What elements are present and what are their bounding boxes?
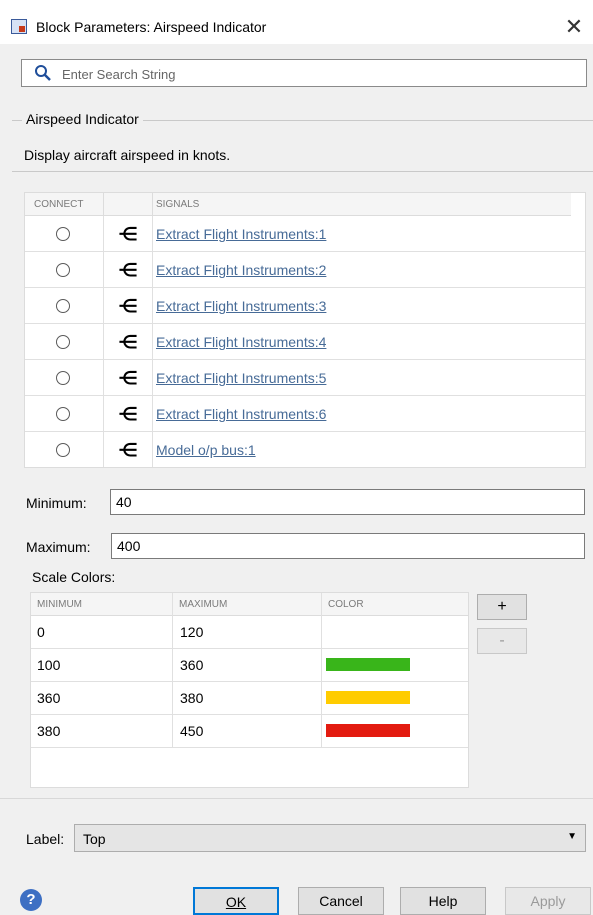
block-icon xyxy=(11,19,27,34)
signal-row: ⋲ Extract Flight Instruments:6 xyxy=(25,396,585,432)
signal-row: ⋲ Extract Flight Instruments:5 xyxy=(25,360,585,396)
minimum-label: Minimum: xyxy=(26,495,87,511)
signals-table-header: CONNECT SIGNALS xyxy=(25,193,571,216)
signal-link[interactable]: Extract Flight Instruments:4 xyxy=(156,334,326,350)
color-swatch-red[interactable] xyxy=(326,724,410,737)
bus-port-icon: ⋲ xyxy=(119,224,137,244)
color-swatch-yellow[interactable] xyxy=(326,691,410,704)
color-swatch-green[interactable] xyxy=(326,658,410,671)
scale-maximum-cell[interactable]: 120 xyxy=(180,624,203,640)
bus-port-icon: ⋲ xyxy=(119,368,137,388)
window-title: Block Parameters: Airspeed Indicator xyxy=(36,19,267,35)
color-header: COLOR xyxy=(328,599,364,610)
scale-maximum-cell[interactable]: 360 xyxy=(180,657,203,673)
bus-port-icon: ⋲ xyxy=(119,296,137,316)
scale-colors-table: MINIMUM MAXIMUM COLOR 0 120 100 360 360 … xyxy=(30,592,469,788)
label-position-select[interactable]: Top ▼ xyxy=(74,824,586,852)
signal-link[interactable]: Extract Flight Instruments:2 xyxy=(156,262,326,278)
bus-port-icon: ⋲ xyxy=(119,440,137,460)
signal-row: ⋲ Extract Flight Instruments:1 xyxy=(25,216,585,252)
scale-colors-header: MINIMUM MAXIMUM COLOR xyxy=(31,593,468,616)
maximum-input[interactable] xyxy=(111,533,585,559)
scale-minimum-cell[interactable]: 360 xyxy=(37,690,60,706)
ok-button-label: OK xyxy=(225,894,247,910)
signal-row: ⋲ Model o/p bus:1 xyxy=(25,432,585,467)
ok-button[interactable]: OK xyxy=(193,887,279,915)
scale-minimum-cell[interactable]: 380 xyxy=(37,723,60,739)
signals-header: SIGNALS xyxy=(156,199,200,210)
connect-radio[interactable] xyxy=(56,371,70,385)
close-icon[interactable]: ✕ xyxy=(561,14,587,40)
search-icon xyxy=(34,64,52,85)
signal-link[interactable]: Model o/p bus:1 xyxy=(156,442,256,458)
signals-table: CONNECT SIGNALS ⋲ Extract Flight Instrum… xyxy=(24,192,586,468)
connect-header: CONNECT xyxy=(34,199,84,210)
divider xyxy=(0,798,593,799)
add-row-button[interactable]: + xyxy=(477,594,527,620)
bus-port-icon: ⋲ xyxy=(119,404,137,424)
group-title: Airspeed Indicator xyxy=(22,111,143,127)
search-box[interactable] xyxy=(21,59,587,87)
minimum-input[interactable] xyxy=(110,489,585,515)
scale-maximum-cell[interactable]: 450 xyxy=(180,723,203,739)
connect-radio[interactable] xyxy=(56,407,70,421)
bus-port-icon: ⋲ xyxy=(119,332,137,352)
apply-button-label: Apply xyxy=(530,893,566,909)
signal-row: ⋲ Extract Flight Instruments:4 xyxy=(25,324,585,360)
title-bar: Block Parameters: Airspeed Indicator ✕ xyxy=(0,0,593,44)
cancel-button-label: Cancel xyxy=(319,893,363,909)
label-select-label: Label: xyxy=(26,831,65,847)
maximum-header: MAXIMUM xyxy=(179,599,228,610)
label-position-value: Top xyxy=(83,831,106,847)
signal-link[interactable]: Extract Flight Instruments:3 xyxy=(156,298,326,314)
cancel-button[interactable]: Cancel xyxy=(298,887,384,915)
remove-row-button[interactable]: - xyxy=(477,628,527,654)
chevron-down-icon: ▼ xyxy=(567,831,577,842)
scale-color-row[interactable]: 380 450 xyxy=(31,715,468,748)
scale-minimum-cell[interactable]: 100 xyxy=(37,657,60,673)
bus-port-icon: ⋲ xyxy=(119,260,137,280)
signal-row: ⋲ Extract Flight Instruments:2 xyxy=(25,252,585,288)
signal-link[interactable]: Extract Flight Instruments:5 xyxy=(156,370,326,386)
connect-radio[interactable] xyxy=(56,227,70,241)
signal-link[interactable]: Extract Flight Instruments:6 xyxy=(156,406,326,422)
apply-button[interactable]: Apply xyxy=(505,887,591,915)
connect-radio[interactable] xyxy=(56,299,70,313)
parameters-group-frame xyxy=(12,120,593,172)
connect-radio[interactable] xyxy=(56,263,70,277)
connect-radio[interactable] xyxy=(56,335,70,349)
scale-color-row[interactable]: 100 360 xyxy=(31,649,468,682)
scale-maximum-cell[interactable]: 380 xyxy=(180,690,203,706)
scale-color-row[interactable]: 360 380 xyxy=(31,682,468,715)
maximum-label: Maximum: xyxy=(26,539,91,555)
signal-link[interactable]: Extract Flight Instruments:1 xyxy=(156,226,326,242)
scale-minimum-cell[interactable]: 0 xyxy=(37,624,45,640)
connect-radio[interactable] xyxy=(56,443,70,457)
help-button[interactable]: Help xyxy=(400,887,486,915)
scale-colors-label: Scale Colors: xyxy=(32,569,116,585)
help-button-label: Help xyxy=(428,893,458,909)
signal-row: ⋲ Extract Flight Instruments:3 xyxy=(25,288,585,324)
help-icon[interactable]: ? xyxy=(20,889,42,911)
scale-color-row[interactable]: 0 120 xyxy=(31,616,468,649)
search-input[interactable] xyxy=(60,63,564,85)
minimum-header: MINIMUM xyxy=(37,599,82,610)
group-description: Display aircraft airspeed in knots. xyxy=(24,147,231,163)
